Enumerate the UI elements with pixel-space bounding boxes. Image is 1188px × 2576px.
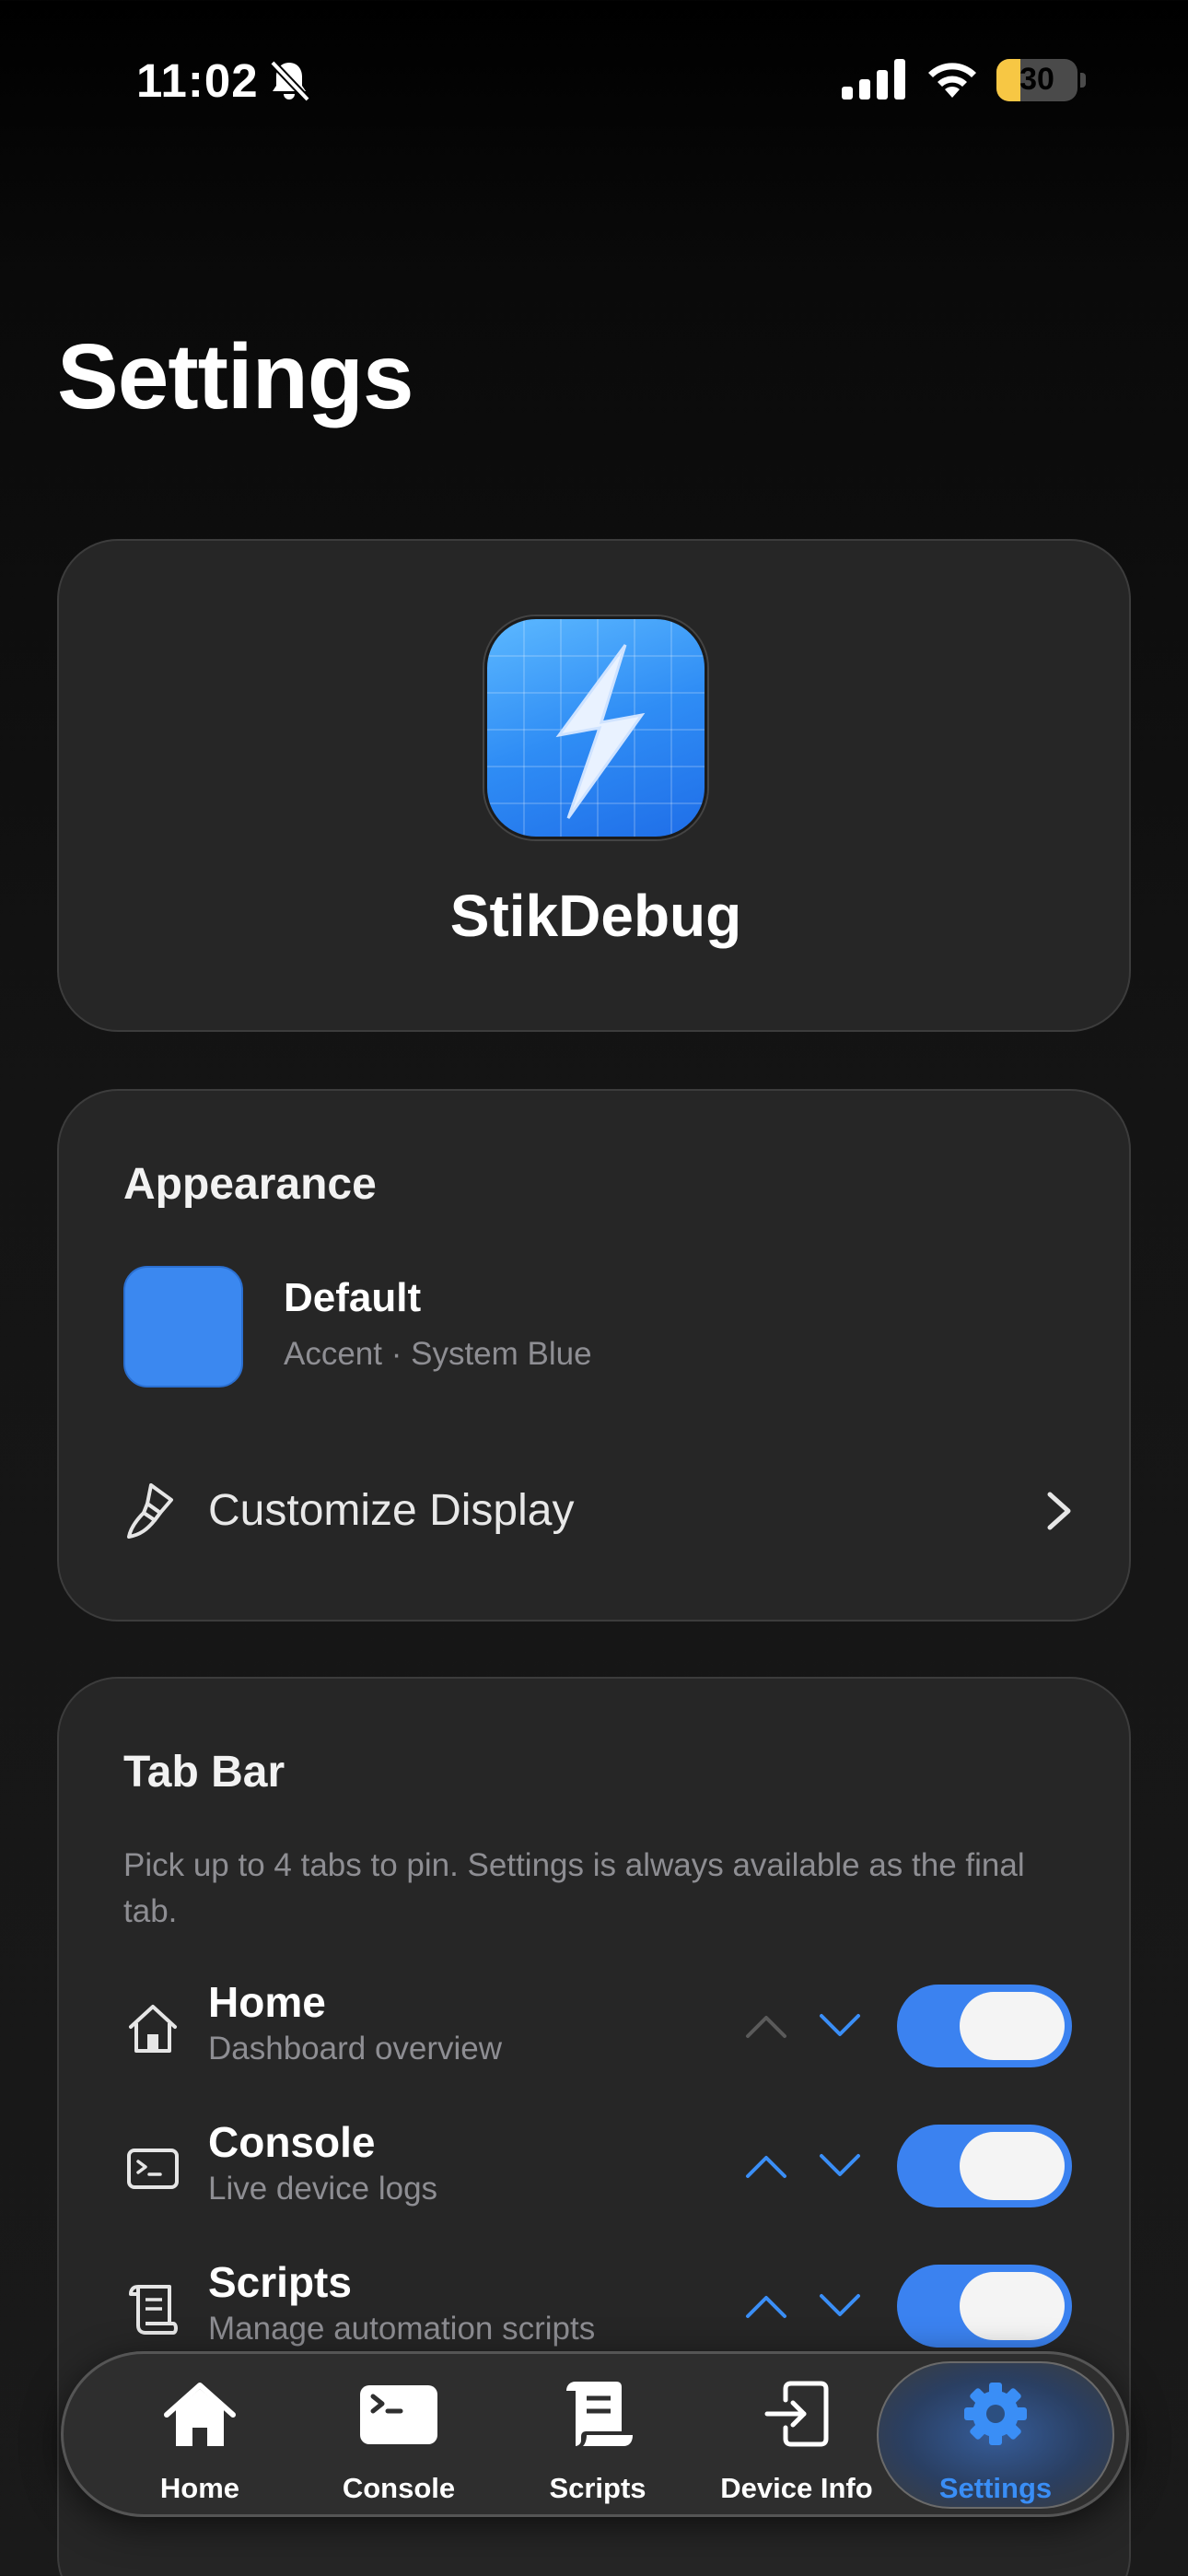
move-down-icon[interactable]: [816, 2141, 864, 2189]
scroll-icon: [129, 2285, 178, 2335]
tab-bar: Home Console Scripts Device Info Setting…: [61, 2351, 1129, 2517]
bell-slash-icon: [270, 60, 310, 102]
tab-settings[interactable]: Settings: [894, 2354, 1097, 2520]
move-up-icon[interactable]: [742, 2001, 790, 2049]
battery-nub: [1080, 73, 1086, 88]
tab-console[interactable]: Console: [297, 2354, 500, 2520]
tab-bar-description: Pick up to 4 tabs to pin. Settings is al…: [123, 1847, 1025, 1929]
tab-label: Console: [342, 2472, 456, 2504]
status-time: 11:02: [136, 54, 259, 107]
battery-body: 30: [996, 59, 1077, 101]
tab-row-home: Home Dashboard overview: [123, 1972, 1077, 2082]
tab-row-subtitle: Manage automation scripts: [208, 2311, 596, 2347]
tab-bar-title: Tab Bar: [123, 1748, 285, 1797]
toggle-knob: [960, 2272, 1065, 2340]
gear-icon: [964, 2383, 1027, 2445]
tab-label: Device Info: [720, 2472, 873, 2504]
cellular-signal-icon: [842, 59, 905, 100]
terminal-icon: [127, 2149, 179, 2189]
arrow-into-door-icon: [764, 2381, 829, 2447]
tab-row-title: Console: [208, 2118, 376, 2166]
scroll-fill-icon: [566, 2382, 633, 2446]
tab-toggle-home[interactable]: [897, 1985, 1072, 2067]
tab-row-subtitle: Live device logs: [208, 2171, 438, 2207]
tab-label: Settings: [938, 2472, 1053, 2504]
appearance-card: Appearance Default Accent · System Blue …: [57, 1089, 1131, 1622]
app-icon: [484, 616, 707, 839]
chevron-right-icon: [1047, 1492, 1071, 1530]
wifi-icon: [928, 63, 976, 98]
toggle-knob: [960, 1992, 1065, 2060]
app-name: StikDebug: [449, 883, 742, 949]
tab-row-title: Scripts: [208, 2258, 352, 2306]
appearance-title: Appearance: [123, 1160, 377, 1209]
tab-scripts[interactable]: Scripts: [496, 2354, 699, 2520]
customize-display-label: Customize Display: [208, 1486, 575, 1535]
tab-toggle-scripts[interactable]: [897, 2265, 1072, 2348]
theme-name: Default: [284, 1275, 422, 1320]
move-up-icon[interactable]: [742, 2141, 790, 2189]
status-bar: 11:02 30: [0, 0, 1188, 157]
page-title: Settings: [57, 325, 413, 428]
tab-label: Home: [159, 2472, 240, 2504]
paintbrush-icon: [127, 1483, 173, 1539]
accent-color-swatch[interactable]: [123, 1266, 243, 1388]
tab-row-scripts: Scripts Manage automation scripts: [123, 2252, 1077, 2362]
theme-detail: Accent · System Blue: [284, 1336, 592, 1372]
tab-row-title: Home: [208, 1978, 326, 2026]
toggle-knob: [960, 2132, 1065, 2200]
battery-percent: 30: [1019, 62, 1054, 97]
battery-indicator: 30: [996, 59, 1086, 101]
move-down-icon[interactable]: [816, 2001, 864, 2049]
house-fill-icon: [164, 2383, 236, 2446]
tab-home[interactable]: Home: [99, 2354, 301, 2520]
tab-device-info[interactable]: Device Info: [695, 2354, 898, 2520]
tab-row-subtitle: Dashboard overview: [208, 2031, 503, 2067]
tab-row-console: Console Live device logs: [123, 2112, 1077, 2222]
move-up-icon[interactable]: [742, 2281, 790, 2329]
customize-display-row[interactable]: Customize Display: [123, 1459, 1072, 1551]
terminal-fill-icon: [360, 2385, 437, 2444]
move-down-icon[interactable]: [816, 2281, 864, 2329]
house-icon: [129, 2005, 177, 2053]
tab-label: Scripts: [549, 2472, 646, 2504]
lightning-bolt-icon: [487, 619, 705, 837]
app-info-card: StikDebug: [57, 539, 1131, 1032]
tab-toggle-console[interactable]: [897, 2125, 1072, 2207]
